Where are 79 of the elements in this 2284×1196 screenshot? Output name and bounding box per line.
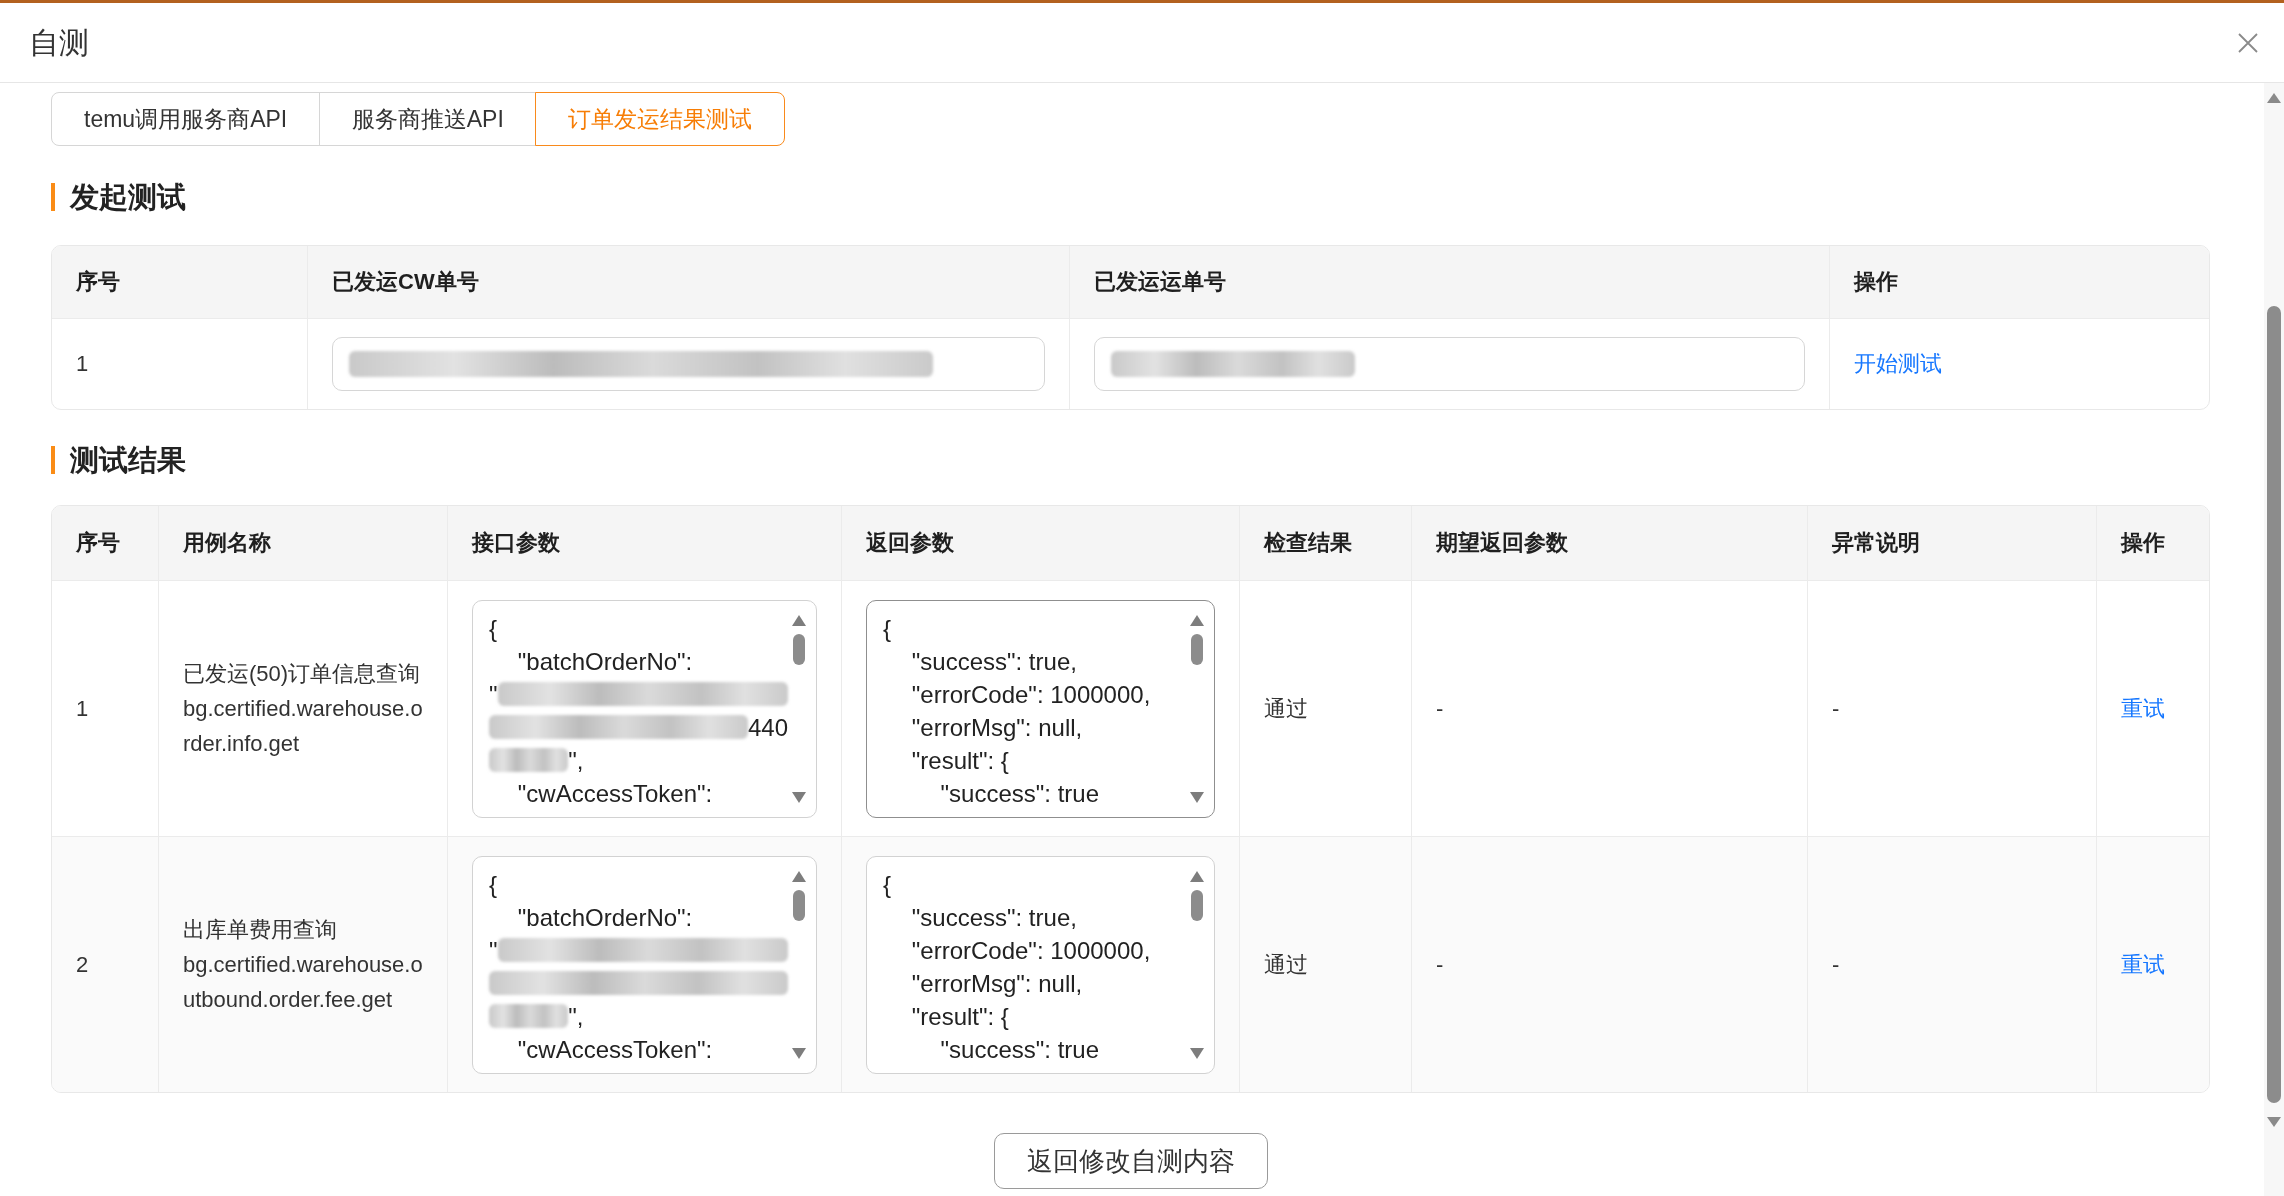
column-header: 检查结果	[1239, 506, 1411, 580]
column-header: 已发运运单号	[1069, 246, 1829, 318]
column-header: 操作	[2096, 506, 2209, 580]
section-heading: 测试结果	[70, 443, 186, 478]
scroll-up-icon[interactable]	[1190, 614, 1204, 626]
scrollbar-thumb[interactable]	[2267, 306, 2281, 1103]
tab[interactable]: 服务商推送API	[318, 92, 537, 146]
close-icon[interactable]	[2238, 32, 2258, 53]
table-cell: 1	[52, 580, 158, 836]
scroll-up-icon[interactable]	[792, 614, 806, 626]
code-text: ",	[568, 745, 584, 776]
table-cell: -	[1807, 836, 2096, 1092]
code-text: "success": true,	[911, 902, 1077, 933]
code-text: "cwAccessToken":	[517, 1034, 713, 1065]
code-text: "	[489, 679, 498, 710]
code-text: {	[489, 613, 497, 644]
code-text: "result": {	[911, 745, 1009, 776]
table-cell: 2	[52, 836, 158, 1092]
code-text: "batchOrderNo":	[517, 902, 693, 933]
waybill-field[interactable]	[1094, 337, 1805, 391]
code-text: "errorCode": 1000000,	[911, 679, 1151, 710]
code-text: "batchOrderNo":	[517, 646, 693, 677]
column-header: 操作	[1829, 246, 2209, 318]
tab[interactable]: temu调用服务商API	[51, 92, 321, 146]
scrollbar-thumb[interactable]	[793, 889, 805, 921]
cw-order-field[interactable]	[332, 337, 1045, 391]
scroll-down-icon[interactable]	[792, 1047, 806, 1059]
scrollbar-thumb[interactable]	[1191, 633, 1203, 665]
column-header: 序号	[52, 246, 307, 318]
code-text: "cwAccessToken":	[517, 778, 713, 809]
dialog-title: 自测	[29, 24, 89, 61]
table-cell: 出库单费用查询bg.certified.warehouse.outbound.order.fee.get	[158, 836, 447, 1092]
code-text: "success": true	[940, 1034, 1100, 1065]
code-text: "	[489, 935, 498, 966]
scrollbar-thumb[interactable]	[793, 633, 805, 665]
scroll-up-icon[interactable]	[1190, 870, 1204, 882]
table-cell: -	[1807, 580, 2096, 836]
scroll-down-icon[interactable]	[1190, 791, 1204, 803]
heading-accent-bar	[51, 183, 55, 211]
column-header: 异常说明	[1807, 506, 2096, 580]
column-header: 返回参数	[841, 506, 1239, 580]
scroll-down-icon[interactable]	[1190, 1047, 1204, 1059]
column-header: 期望返回参数	[1411, 506, 1807, 580]
code-text: "errorMsg": null,	[911, 712, 1083, 743]
request-params-field[interactable]: { "batchOrderNo": " 440 ", "cwAccessToken":	[472, 599, 817, 818]
table-cell: 1	[52, 318, 307, 409]
code-text: 440	[747, 712, 788, 743]
scroll-up-icon[interactable]	[2267, 93, 2281, 103]
scroll-down-icon[interactable]	[792, 791, 806, 803]
table-cell: 通过	[1239, 580, 1411, 836]
table-cell: -	[1411, 836, 1807, 1092]
response-params-field[interactable]: { "success": true, "errorCode": 1000000, "errorMsg": null, "result": { "success": true	[866, 855, 1215, 1074]
request-params-field[interactable]: { "batchOrderNo": " ", "cwAccessToken":	[472, 855, 817, 1074]
column-header: 已发运CW单号	[307, 246, 1069, 318]
column-header: 序号	[52, 506, 158, 580]
scrollbar-thumb[interactable]	[1191, 889, 1203, 921]
column-header: 接口参数	[447, 506, 841, 580]
scroll-up-icon[interactable]	[792, 870, 806, 882]
back-to-edit-button[interactable]: 返回修改自测内容	[993, 1133, 1268, 1189]
code-text: ",	[568, 1001, 584, 1032]
code-text: "errorMsg": null,	[911, 968, 1083, 999]
code-text: "success": true	[940, 778, 1100, 809]
column-header: 用例名称	[158, 506, 447, 580]
code-text: "success": true,	[911, 646, 1077, 677]
heading-accent-bar	[51, 446, 55, 474]
code-text: {	[883, 869, 891, 900]
code-text: {	[883, 613, 891, 644]
start-test-link[interactable]: 开始测试	[1854, 349, 1942, 379]
retry-link[interactable]: 重试	[2121, 949, 2165, 980]
table-cell: 通过	[1239, 836, 1411, 1092]
table-cell: -	[1411, 580, 1807, 836]
code-text: {	[489, 869, 497, 900]
retry-link[interactable]: 重试	[2121, 693, 2165, 724]
scroll-down-icon[interactable]	[2267, 1117, 2281, 1127]
section-heading: 发起测试	[70, 180, 186, 215]
table-cell: 已发运(50)订单信息查询bg.certified.warehouse.order.info.get	[158, 580, 447, 836]
code-text: "errorCode": 1000000,	[911, 935, 1151, 966]
code-text: "result": {	[911, 1001, 1009, 1032]
response-params-field[interactable]: { "success": true, "errorCode": 1000000, "errorMsg": null, "result": { "success": true	[866, 599, 1215, 818]
